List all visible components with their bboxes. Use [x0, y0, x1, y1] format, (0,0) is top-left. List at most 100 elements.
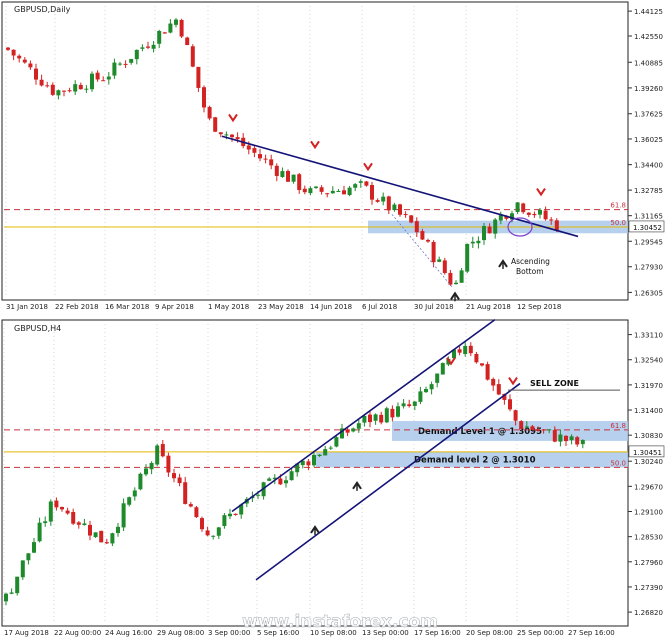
x-tick-label: 6 Jul 2018 [362, 303, 397, 311]
candle-body [407, 404, 412, 407]
y-tick-label: 1.26305 [634, 289, 663, 297]
candle-body [390, 408, 395, 418]
candle-body [306, 461, 311, 466]
candle-body [28, 63, 33, 68]
candle-body [424, 389, 428, 393]
candle-body [162, 32, 167, 34]
candle-body [291, 174, 296, 182]
x-tick-label: 20 Sep 08:00 [466, 629, 513, 637]
candle-body [116, 526, 120, 534]
candle-body [84, 88, 89, 90]
sell-zone-label: SELL ZONE [530, 379, 579, 388]
candle-body [454, 282, 458, 285]
candle-body [297, 174, 302, 190]
daily-y-axis: 1.44125 1.42550 1.40885 1.39260 1.37625 1.360… [628, 8, 665, 297]
candle-body [487, 226, 492, 234]
y-tick-label: 1.31400 [634, 407, 663, 415]
candle-body [177, 477, 182, 484]
y-tick-label: 1.30240 [634, 458, 663, 466]
candle-body [78, 84, 83, 90]
candle-body [418, 391, 423, 402]
x-tick-label: 12 Sep 2018 [517, 303, 561, 311]
candle-body [470, 241, 475, 244]
candle-body [6, 47, 10, 50]
candle-body [90, 73, 94, 90]
candle-body [457, 349, 462, 353]
candle-body [172, 473, 176, 479]
candle-body [474, 353, 479, 363]
candle-body [381, 196, 386, 202]
candle-body [541, 429, 546, 431]
candle-body [420, 231, 425, 240]
candle-body [110, 533, 115, 544]
candle-body [207, 107, 212, 119]
candle-body [278, 478, 283, 485]
x-tick-label: 24 Aug 16:00 [105, 629, 152, 637]
fib-label: 50.0 [610, 219, 626, 227]
candle-body [515, 202, 520, 213]
candle-body [200, 518, 204, 530]
candle-body [166, 455, 171, 473]
candle-body [196, 66, 201, 88]
candle-body [149, 463, 154, 470]
candle-body [11, 49, 16, 56]
candle-body [76, 522, 81, 525]
candle-body [328, 447, 333, 449]
candle-body [9, 592, 14, 594]
candle-body [530, 426, 535, 430]
candle-body [308, 188, 313, 194]
candle-body [496, 384, 501, 395]
candle-body [552, 430, 557, 442]
candle-body [468, 345, 473, 354]
candle-body [536, 429, 540, 431]
x-tick-label: 25 Sep 00:00 [517, 629, 564, 637]
candle-body [302, 188, 307, 193]
candle-body [379, 414, 384, 423]
y-tick-label: 1.39260 [634, 85, 663, 93]
y-tick-label: 1.31165 [634, 213, 663, 221]
candle-body [498, 215, 503, 221]
candle-body [401, 403, 406, 407]
candle-body [118, 63, 122, 65]
candle-body [373, 414, 378, 421]
candle-body [580, 440, 585, 445]
candle-body [20, 560, 25, 578]
x-tick-label: 16 Mar 2018 [105, 303, 149, 311]
x-tick-label: 17 Aug 2018 [4, 629, 49, 637]
candle-body [151, 44, 156, 49]
candle-body [558, 434, 563, 442]
candle-body [194, 507, 199, 518]
candle-body [345, 429, 350, 433]
candle-body [491, 378, 496, 386]
candle-body [482, 226, 486, 241]
candle-body [414, 221, 419, 233]
candle-body [134, 49, 139, 60]
x-tick-label: 23 May 2018 [258, 303, 304, 311]
candle-body [15, 576, 20, 594]
candle-body [224, 134, 229, 136]
candle-body [442, 260, 447, 273]
zone-label: Demand Level 1 @ 1.3095 [418, 427, 542, 437]
x-tick-label: 21 Aug 2018 [466, 303, 511, 311]
candle-body [211, 535, 216, 537]
candle-body [155, 445, 160, 465]
candle-body [508, 399, 512, 410]
candle-body [146, 46, 150, 48]
x-tick-label: 22 Feb 2018 [55, 303, 99, 311]
candle-body [547, 429, 552, 431]
candle-body [334, 437, 339, 447]
candle-body [88, 524, 92, 536]
candle-body [375, 200, 380, 202]
y-tick-label: 1.28530 [634, 534, 663, 542]
candle-body [205, 530, 210, 536]
y-tick-label: 1.37625 [634, 111, 663, 119]
candle-body [60, 507, 64, 510]
candle-body [144, 468, 148, 475]
candle-body [362, 415, 367, 423]
daily-x-axis: 31 Jan 2018 22 Feb 2018 16 Mar 2018 9 Apr 2… [6, 303, 561, 311]
candle-body [82, 523, 87, 526]
y-tick-label: 1.29545 [634, 238, 663, 246]
candle-body [202, 87, 206, 108]
candle-body [524, 426, 529, 428]
candle-body [22, 59, 27, 63]
